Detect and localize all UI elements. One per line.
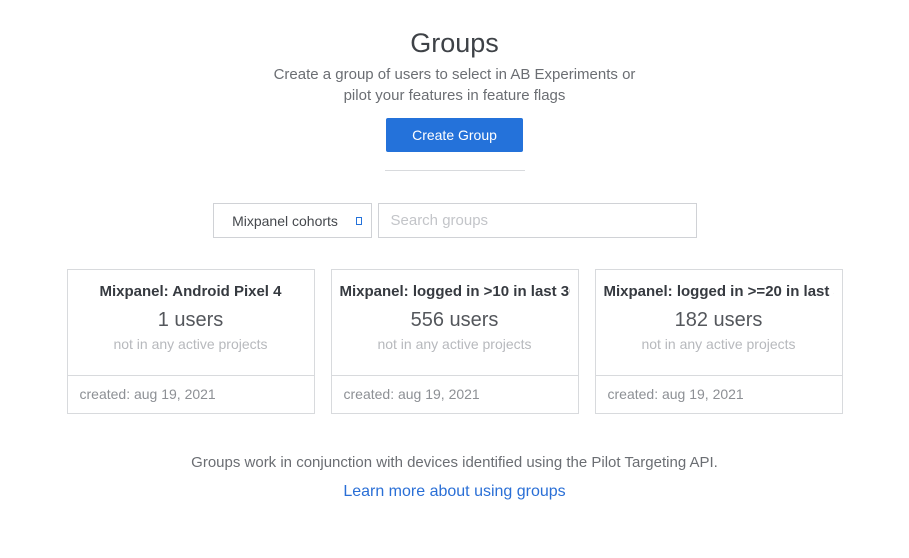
page-header: Groups Create a group of users to select… xyxy=(0,0,909,171)
page-title: Groups xyxy=(0,28,909,58)
filters-row: Mixpanel cohorts xyxy=(0,203,909,238)
group-card-body: Mixpanel: Android Pixel 4 1 users not in… xyxy=(68,270,314,375)
group-card-body: Mixpanel: logged in >10 in last 30 ... 5… xyxy=(332,270,578,375)
page-subtitle: Create a group of users to select in AB … xyxy=(0,64,909,106)
group-title: Mixpanel: Android Pixel 4 xyxy=(76,283,306,300)
group-card[interactable]: Mixpanel: logged in >=20 in last 30... 1… xyxy=(595,269,843,414)
cohort-source-dropdown[interactable]: Mixpanel cohorts xyxy=(213,203,372,238)
footer-note: Groups work in conjunction with devices … xyxy=(0,454,909,471)
group-card-body: Mixpanel: logged in >=20 in last 30... 1… xyxy=(596,270,842,375)
section-divider xyxy=(385,170,525,171)
group-project-status: not in any active projects xyxy=(76,336,306,352)
page-footer: Groups work in conjunction with devices … xyxy=(0,454,909,501)
group-project-status: not in any active projects xyxy=(604,336,834,352)
group-users-count: 556 users xyxy=(340,309,570,332)
group-users-count: 182 users xyxy=(604,309,834,332)
dropdown-square-icon xyxy=(356,217,362,225)
search-groups-input[interactable] xyxy=(378,203,697,238)
groups-page: Groups Create a group of users to select… xyxy=(0,0,909,558)
group-users-count: 1 users xyxy=(76,309,306,332)
create-group-button[interactable]: Create Group xyxy=(386,118,523,152)
learn-more-link[interactable]: Learn more about using groups xyxy=(343,483,565,501)
cohort-source-dropdown-value: Mixpanel cohorts xyxy=(232,213,352,229)
group-title: Mixpanel: logged in >10 in last 30 ... xyxy=(340,283,570,300)
group-title: Mixpanel: logged in >=20 in last 30... xyxy=(604,283,834,300)
group-project-status: not in any active projects xyxy=(340,336,570,352)
group-created-date: created: aug 19, 2021 xyxy=(332,375,578,413)
subtitle-line-1: Create a group of users to select in AB … xyxy=(0,64,909,85)
group-card[interactable]: Mixpanel: Android Pixel 4 1 users not in… xyxy=(67,269,315,414)
group-card[interactable]: Mixpanel: logged in >10 in last 30 ... 5… xyxy=(331,269,579,414)
subtitle-line-2: pilot your features in feature flags xyxy=(0,85,909,106)
group-cards-row: Mixpanel: Android Pixel 4 1 users not in… xyxy=(0,269,909,414)
group-created-date: created: aug 19, 2021 xyxy=(596,375,842,413)
group-created-date: created: aug 19, 2021 xyxy=(68,375,314,413)
